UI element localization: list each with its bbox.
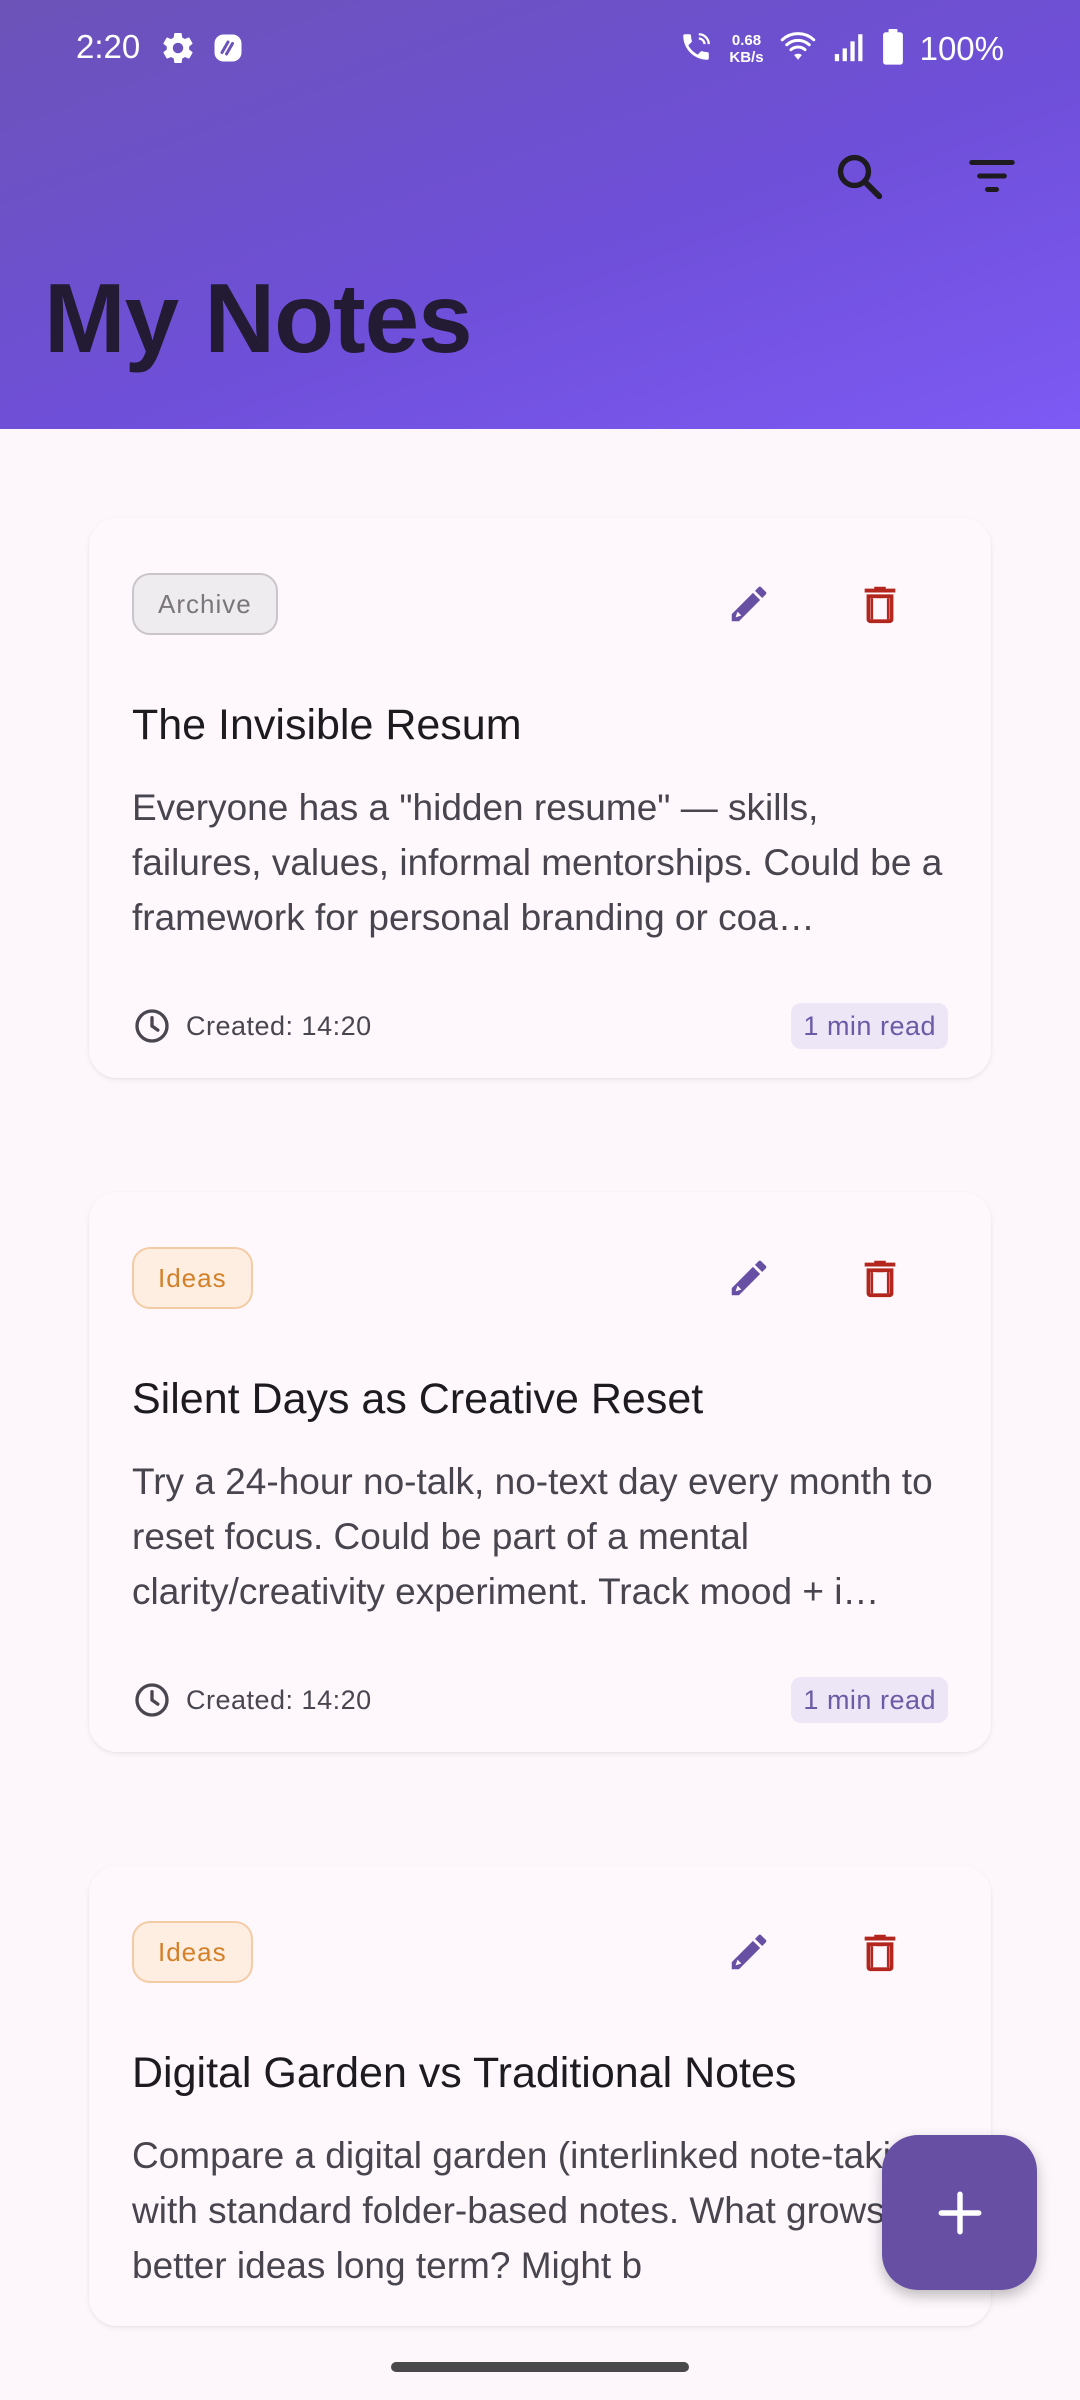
filter-button[interactable] [956, 140, 1028, 212]
created-time: Created: 14:20 [186, 1684, 372, 1715]
pencil-icon [731, 586, 767, 622]
note-card[interactable]: Ideas Digital Garden vs Traditional Note… [89, 1866, 991, 2326]
wifi-icon [780, 31, 816, 68]
note-meta: Created: 14:20 [132, 1677, 372, 1723]
battery-icon [882, 28, 904, 70]
plus-icon [938, 2191, 981, 2234]
category-chip[interactable]: Ideas [132, 1247, 253, 1309]
read-time-badge: 1 min read [791, 1003, 948, 1049]
cell-signal-icon [832, 31, 866, 68]
pencil-icon [731, 1260, 767, 1296]
trash-icon [864, 1260, 896, 1298]
delete-button[interactable] [838, 1910, 922, 1994]
read-time-badge: 1 min read [791, 1677, 948, 1723]
note-card[interactable]: Archive The Invisible Resum Everyone has… [89, 518, 991, 1078]
home-indicator[interactable] [391, 2362, 689, 2372]
search-icon [837, 154, 883, 200]
note-title: Silent Days as Creative Reset [132, 1375, 704, 1423]
category-chip[interactable]: Archive [132, 573, 278, 635]
edit-button[interactable] [707, 1910, 791, 1994]
trash-icon [864, 1934, 896, 1972]
page-title: My Notes [44, 263, 473, 373]
status-bar: 2:20 0.68 KB/s 100% [0, 0, 1080, 100]
app-notification-icon [210, 30, 246, 71]
net-speed-value: 0.68 [731, 32, 762, 49]
note-preview: Everyone has a "hidden resume" — skills,… [132, 787, 943, 938]
wifi-calling-icon [679, 30, 713, 69]
battery-percentage: 100% [919, 30, 1004, 67]
settings-gear-icon [160, 30, 196, 71]
edit-button[interactable] [707, 1236, 791, 1320]
note-title: Digital Garden vs Traditional Notes [132, 2049, 797, 2097]
net-speed-unit: KB/s [729, 49, 764, 66]
clock-icon [135, 1683, 169, 1717]
note-meta: Created: 14:20 [132, 1003, 372, 1049]
note-title: The Invisible Resum [132, 701, 522, 749]
clock-icon [135, 1009, 169, 1043]
net-speed-indicator: 0.68 KB/s [729, 32, 763, 66]
search-button[interactable] [823, 140, 895, 212]
trash-icon [864, 586, 896, 624]
note-preview: Compare a digital garden (interlinked no… [132, 2135, 945, 2286]
add-note-button[interactable] [882, 2135, 1037, 2290]
filter-icon [969, 160, 1015, 192]
app-header: 2:20 0.68 KB/s 100% My Notes [0, 0, 1080, 429]
delete-button[interactable] [838, 1236, 922, 1320]
created-time: Created: 14:20 [186, 1010, 372, 1041]
status-time: 2:20 [76, 28, 141, 65]
delete-button[interactable] [838, 562, 922, 646]
edit-button[interactable] [707, 562, 791, 646]
category-chip[interactable]: Ideas [132, 1921, 253, 1983]
note-preview: Try a 24-hour no-talk, no-text day every… [132, 1461, 933, 1612]
note-card[interactable]: Ideas Silent Days as Creative Reset Try … [89, 1192, 991, 1752]
pencil-icon [731, 1934, 767, 1970]
